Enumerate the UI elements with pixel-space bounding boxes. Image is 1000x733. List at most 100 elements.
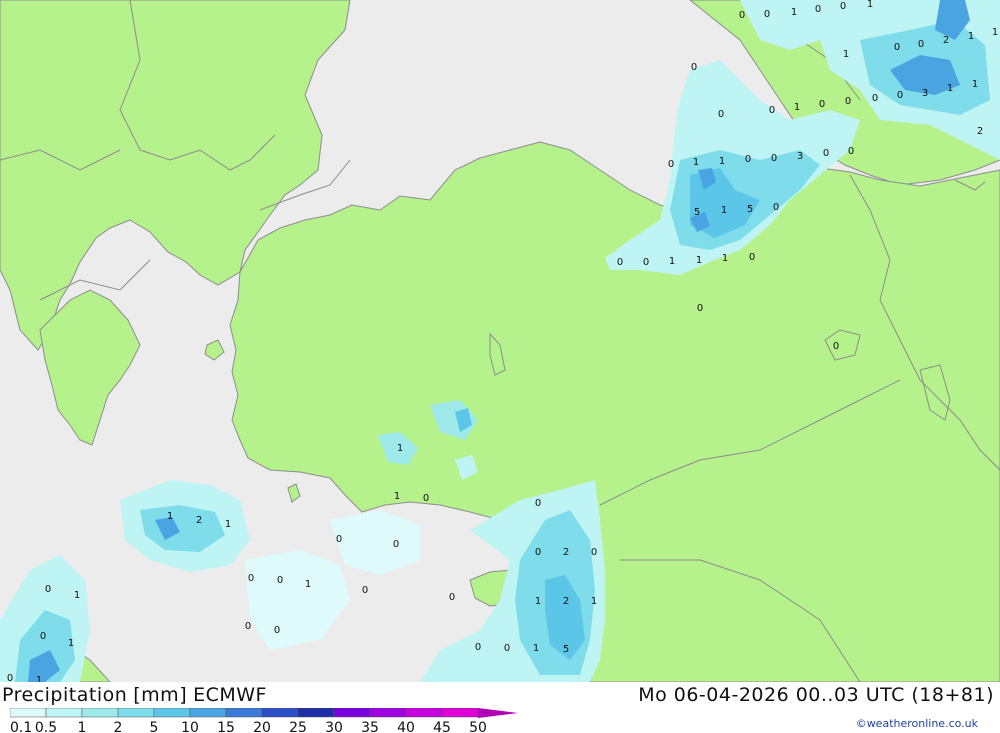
point-value: 1 bbox=[721, 205, 727, 216]
point-value: 1 bbox=[225, 519, 231, 530]
point-value: 0 bbox=[248, 573, 254, 584]
point-value: 1 bbox=[693, 157, 699, 168]
point-value: 1 bbox=[68, 638, 74, 649]
scale-label: 40 bbox=[397, 720, 415, 733]
point-value: 0 bbox=[45, 584, 51, 595]
point-value: 0 bbox=[245, 621, 251, 632]
scale-label: 0.1 bbox=[10, 720, 32, 733]
point-value: 2 bbox=[943, 35, 949, 46]
point-value: 3 bbox=[922, 88, 928, 99]
point-value: 0 bbox=[277, 575, 283, 586]
point-value: 0 bbox=[815, 4, 821, 15]
point-value: 1 bbox=[992, 27, 998, 38]
point-value: 0 bbox=[894, 42, 900, 53]
point-value: 1 bbox=[535, 596, 541, 607]
point-value: 0 bbox=[749, 252, 755, 263]
point-value: 1 bbox=[167, 511, 173, 522]
point-value: 1 bbox=[947, 83, 953, 94]
point-value: 0 bbox=[504, 643, 510, 654]
scale-label: 1 bbox=[78, 720, 87, 733]
scale-arrow bbox=[478, 708, 518, 718]
scale-swatch bbox=[441, 708, 479, 718]
precipitation-map: 0 0 1 0 0 1 1 0 0 2 1 1 0 0 0 3 1 1 0 0 1 0 0 2 0 1 1 0 0 3 0 0 5 1 5 0 0 0 1 1… bbox=[0, 0, 1000, 682]
point-value: 0 bbox=[697, 303, 703, 314]
point-value: 1 bbox=[74, 590, 80, 601]
point-value: 0 bbox=[535, 547, 541, 558]
unit-label: [mm] bbox=[133, 684, 188, 706]
point-value: 1 bbox=[669, 256, 675, 267]
point-value: 5 bbox=[563, 644, 569, 655]
scale-swatch bbox=[405, 708, 443, 718]
point-value: 1 bbox=[972, 79, 978, 90]
point-value: 0 bbox=[475, 642, 481, 653]
scale-label: 15 bbox=[217, 720, 235, 733]
map-title: Precipitation [mm] ECMWF bbox=[2, 684, 273, 706]
point-value: 0 bbox=[718, 109, 724, 120]
valid-datetime: Mo 06-04-2026 00..03 UTC (18+81) bbox=[638, 684, 994, 706]
scale-swatch bbox=[189, 708, 227, 718]
point-value: 1 bbox=[794, 102, 800, 113]
scale-swatch bbox=[81, 708, 119, 718]
point-value: 1 bbox=[968, 31, 974, 42]
scale-label: 25 bbox=[289, 720, 307, 733]
scale-label: 20 bbox=[253, 720, 271, 733]
credit-link[interactable]: ©weatheronline.co.uk bbox=[856, 717, 978, 730]
point-value: 0 bbox=[769, 105, 775, 116]
point-value: 0 bbox=[535, 498, 541, 509]
scale-swatch bbox=[10, 708, 47, 718]
point-value: 0 bbox=[845, 96, 851, 107]
scale-swatch bbox=[117, 708, 155, 718]
scale-swatch bbox=[261, 708, 299, 718]
point-value: 0 bbox=[823, 148, 829, 159]
scale-swatch bbox=[225, 708, 263, 718]
scale-label: 45 bbox=[433, 720, 451, 733]
point-value: 0 bbox=[745, 154, 751, 165]
point-value: 0 bbox=[668, 159, 674, 170]
point-value: 5 bbox=[694, 207, 700, 218]
point-value: 0 bbox=[7, 673, 13, 682]
scale-label: 5 bbox=[150, 720, 159, 733]
point-value: 0 bbox=[833, 341, 839, 352]
point-value: 0 bbox=[643, 257, 649, 268]
scale-swatch bbox=[333, 708, 371, 718]
point-value: 0 bbox=[739, 10, 745, 21]
point-value: 5 bbox=[747, 204, 753, 215]
point-value: 1 bbox=[591, 596, 597, 607]
point-value: 2 bbox=[196, 515, 202, 526]
point-value: 0 bbox=[362, 585, 368, 596]
point-value: 2 bbox=[563, 547, 569, 558]
point-value: 0 bbox=[274, 625, 280, 636]
scale-swatch bbox=[153, 708, 191, 718]
point-value: 0 bbox=[423, 493, 429, 504]
point-value: 0 bbox=[918, 39, 924, 50]
scale-swatch bbox=[45, 708, 83, 718]
point-value: 1 bbox=[394, 491, 400, 502]
point-value: 1 bbox=[36, 675, 42, 682]
point-value: 1 bbox=[791, 7, 797, 18]
scale-swatch bbox=[297, 708, 335, 718]
point-value: 1 bbox=[696, 255, 702, 266]
product-name: Precipitation bbox=[2, 684, 128, 706]
point-value: 1 bbox=[722, 253, 728, 264]
point-value: 0 bbox=[897, 90, 903, 101]
point-value: 0 bbox=[691, 62, 697, 73]
point-value: 0 bbox=[872, 93, 878, 104]
scale-label: 30 bbox=[325, 720, 343, 733]
point-value: 1 bbox=[867, 0, 873, 10]
point-value: 2 bbox=[563, 596, 569, 607]
point-value: 0 bbox=[848, 146, 854, 157]
point-value: 2 bbox=[977, 126, 983, 137]
point-value: 3 bbox=[797, 151, 803, 162]
point-value: 0 bbox=[773, 202, 779, 213]
point-value: 1 bbox=[533, 643, 539, 654]
point-value: 0 bbox=[764, 9, 770, 20]
scale-label: 2 bbox=[114, 720, 123, 733]
scale-label: 35 bbox=[361, 720, 379, 733]
scale-swatch bbox=[369, 708, 407, 718]
point-value: 0 bbox=[591, 547, 597, 558]
scale-label: 0.5 bbox=[35, 720, 57, 733]
color-scale-legend: 0.1 0.5 1 2 5 10 15 20 25 30 35 40 45 50 bbox=[10, 708, 518, 733]
point-value: 1 bbox=[397, 443, 403, 454]
point-value: 1 bbox=[305, 579, 311, 590]
point-value: 1 bbox=[843, 49, 849, 60]
